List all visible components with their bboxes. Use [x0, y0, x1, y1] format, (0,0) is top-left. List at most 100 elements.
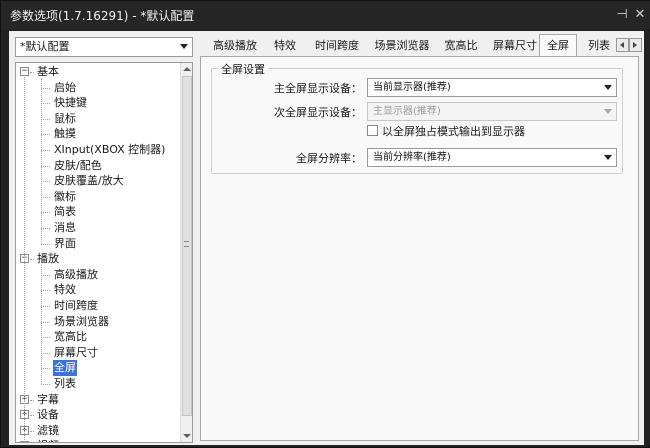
- profile-dropdown-value: *默认配置: [20, 40, 70, 53]
- resolution-dropdown[interactable]: 当前分辨率(推荐): [367, 148, 617, 167]
- tab-scene-browser[interactable]: 场景浏览器: [369, 36, 435, 56]
- tab-time-span[interactable]: 时间跨度: [309, 36, 365, 56]
- tab-strip: 高级播放 特效 时间跨度 场景浏览器 宽高比 屏幕尺寸 全屏 列表: [199, 34, 644, 57]
- preferences-window: 参数选项(1.7.16291) - *默认配置 ⊣ ✕ *默认配置 − 基本启始快…: [0, 0, 650, 448]
- pin-icon[interactable]: ⊣: [613, 6, 631, 24]
- tree-connector: [41, 181, 50, 183]
- primary-device-label: 主全屏显示设备：: [274, 82, 362, 95]
- tree-connector: [41, 118, 50, 120]
- tree-item-label: 全屏: [53, 360, 77, 377]
- tab-fullscreen[interactable]: 全屏: [539, 34, 577, 57]
- tree-item-label: 徽标: [54, 189, 76, 203]
- window-title: 参数选项(1.7.16291) - *默认配置: [10, 9, 195, 23]
- tab-aspect-ratio[interactable]: 宽高比: [439, 36, 483, 56]
- secondary-device-dropdown[interactable]: 主显示器(推荐): [367, 102, 617, 121]
- chevron-down-icon: [604, 155, 612, 160]
- tab-screen-size[interactable]: 屏幕尺寸: [487, 36, 543, 56]
- close-icon[interactable]: ✕: [631, 6, 649, 24]
- collapse-icon[interactable]: −: [20, 67, 29, 76]
- tree-connector: [41, 134, 50, 136]
- primary-device-dropdown[interactable]: 当前显示器(推荐): [367, 78, 617, 97]
- tree-connector: [41, 321, 50, 323]
- dialog-content: *默认配置 − 基本启始快捷键 鼠标触摸 XInput(XBOX 控制器) 皮肤/配色皮…: [9, 31, 644, 445]
- tree-connector: [41, 352, 50, 354]
- secondary-device-label: 次全屏显示设备：: [274, 106, 362, 119]
- resolution-label: 全屏分辨率：: [296, 152, 362, 165]
- tree-item-label: 界面: [54, 236, 76, 250]
- fullscreen-tab-page: 全屏设置 主全屏显示设备： 当前显示器(推荐) 次全屏显示设备： 主显示器(推荐…: [200, 56, 639, 441]
- tree-scrollbar[interactable]: [180, 63, 192, 442]
- chevron-down-icon: [604, 85, 612, 90]
- tree-item-label: 启始: [54, 80, 76, 94]
- secondary-device-value: 主显示器(推荐): [373, 106, 441, 117]
- tab-effects[interactable]: 特效: [267, 36, 303, 56]
- tab-scroll-left-button[interactable]: [616, 38, 629, 52]
- exclusive-mode-label[interactable]: 以全屏独占模式输出到显示器: [382, 123, 525, 139]
- chevron-down-icon: [604, 109, 612, 114]
- tree-connector: [41, 243, 50, 245]
- tree-connector: [41, 265, 42, 384]
- tree-connector: [30, 399, 34, 401]
- tree-item-label: 场景浏览器: [54, 314, 109, 328]
- tree-item-label: 触摸: [54, 127, 76, 141]
- scroll-up-icon[interactable]: [183, 67, 191, 71]
- tree-item-label: 播放: [37, 252, 59, 266]
- tree-item-label: 视频: [36, 438, 60, 442]
- chevron-right-icon: [633, 42, 637, 48]
- tree-item-label: 鼠标: [54, 111, 76, 125]
- profile-dropdown[interactable]: *默认配置: [15, 37, 193, 57]
- tree-connector: [41, 274, 50, 276]
- tree-connector: [41, 87, 50, 89]
- tree-connector: [24, 77, 25, 442]
- tree-connector: [41, 196, 50, 198]
- tree-connector: [41, 337, 50, 339]
- tree-category[interactable]: +视频: [16, 438, 180, 442]
- tree-connector: [41, 165, 50, 167]
- tree-item-label: 消息: [54, 221, 76, 234]
- tree-connector: [41, 212, 50, 214]
- title-bar[interactable]: 参数选项(1.7.16291) - *默认配置 ⊣ ✕: [1, 1, 650, 29]
- tab-playlist[interactable]: 列表: [583, 36, 615, 56]
- group-title: 全屏设置: [218, 61, 268, 77]
- tree-item-label: 屏幕尺寸: [54, 345, 98, 359]
- tree-category[interactable]: + 字幕: [16, 392, 180, 408]
- chevron-down-icon: [180, 44, 188, 49]
- tree-connector: [41, 368, 50, 370]
- tree-item-label: 特效: [54, 283, 76, 297]
- tree-connector: [41, 384, 50, 385]
- exclusive-mode-checkbox[interactable]: [367, 125, 378, 136]
- tree-connector: [41, 103, 50, 105]
- tree-connector: [30, 72, 34, 73]
- tree-connector: [41, 228, 50, 229]
- tree-item-label: 列表: [54, 377, 76, 390]
- tree-category[interactable]: + 滤镜: [16, 423, 180, 439]
- tree-item-label: 设备: [37, 408, 59, 422]
- tree-connector: [30, 430, 34, 432]
- resolution-value: 当前分辨率(推荐): [373, 152, 451, 163]
- chevron-left-icon: [620, 42, 624, 48]
- tree-item-label: 简表: [54, 205, 76, 219]
- tree-item-label: 皮肤覆盖/放大: [54, 174, 124, 188]
- tree-category[interactable]: + 设备: [16, 407, 180, 423]
- tree-item-label: 宽高比: [54, 330, 87, 344]
- tree-item-label: 时间跨度: [54, 299, 98, 312]
- tree-connector: [30, 259, 34, 261]
- primary-device-value: 当前显示器(推荐): [373, 82, 451, 93]
- settings-tree[interactable]: − 基本启始快捷键 鼠标触摸 XInput(XBOX 控制器) 皮肤/配色皮肤覆盖/放大…: [15, 62, 193, 443]
- tree-connector: [41, 306, 50, 307]
- tree-connector: [41, 150, 50, 151]
- tree-connector: [41, 78, 42, 244]
- fullscreen-settings-group: 全屏设置 主全屏显示设备： 当前显示器(推荐) 次全屏显示设备： 主显示器(推荐…: [211, 61, 623, 174]
- tree-item-label: 高级播放: [54, 267, 98, 281]
- tab-scroll-right-button[interactable]: [629, 38, 642, 52]
- tree-item-label: 基本: [37, 65, 59, 78]
- window-border: [644, 31, 650, 445]
- tab-advanced-playback[interactable]: 高级播放: [207, 36, 263, 56]
- tree-item-label: 快捷键: [54, 96, 87, 110]
- tree-item-label: 皮肤/配色: [54, 158, 102, 172]
- tree-connector: [41, 290, 50, 292]
- scroll-down-icon[interactable]: [183, 434, 191, 438]
- grip-icon: [184, 241, 189, 247]
- tree-item-label: XInput(XBOX 控制器): [54, 143, 166, 156]
- tree-item-label: 滤镜: [37, 423, 59, 437]
